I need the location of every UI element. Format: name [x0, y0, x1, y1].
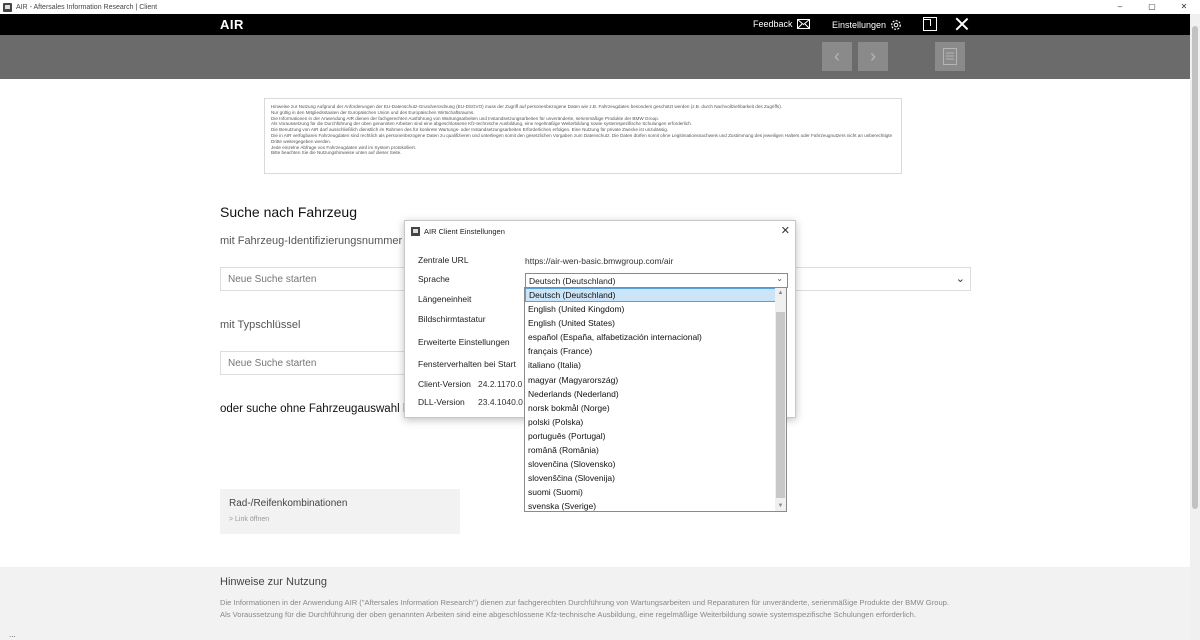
app-header: AIR Feedback Einstellungen	[0, 14, 1190, 35]
language-option[interactable]: slovenščina (Slovenija)	[525, 471, 776, 485]
restore-window-icon[interactable]	[922, 17, 937, 31]
language-option[interactable]: norsk bokmål (Norge)	[525, 401, 776, 415]
language-option[interactable]: Deutsch (Deutschland)	[525, 288, 776, 303]
tile-title: Rad-/Reifenkombinationen	[229, 498, 348, 509]
app-icon	[3, 2, 12, 12]
url-value: https://air-wen-basic.bmwgroup.com/air	[525, 256, 674, 266]
dll-version-label: DLL-Version	[418, 397, 465, 407]
no-vehicle-search-text: oder suche ohne Fahrzeugauswahl hie	[220, 403, 418, 415]
language-option[interactable]: română (România)	[525, 443, 776, 457]
page-scrollbar-thumb[interactable]	[1192, 26, 1198, 509]
document-button[interactable]	[935, 42, 965, 71]
dialog-app-icon	[411, 226, 420, 236]
language-option[interactable]: polski (Polska)	[525, 415, 776, 429]
language-option[interactable]: português (Portugal)	[525, 429, 776, 443]
navigation-toolbar: ‹ ›	[0, 35, 1190, 79]
language-option[interactable]: italiano (Italia)	[525, 358, 776, 372]
language-options: Deutsch (Deutschland) English (United Ki…	[525, 288, 776, 511]
feedback-button[interactable]: Feedback	[753, 19, 810, 29]
search-title: Suche nach Fahrzeug	[220, 204, 357, 220]
os-titlebar: AIR - Aftersales Information Research | …	[0, 0, 1200, 14]
wheel-tire-tile[interactable]: Rad-/Reifenkombinationen > Link öffnen	[220, 489, 460, 534]
no-vehicle-label: oder suche ohne Fahrzeugauswahl	[220, 403, 400, 415]
forward-button[interactable]: ›	[858, 42, 888, 71]
maximize-icon[interactable]: ▢	[1136, 0, 1168, 14]
type-key-search-input[interactable]	[220, 351, 410, 375]
window-controls: – ▢ ✕	[1104, 0, 1200, 14]
close-icon[interactable]: ✕	[781, 224, 790, 237]
length-unit-label: Längeneinheit	[418, 294, 472, 304]
scroll-up-icon[interactable]: ▲	[775, 288, 786, 298]
chevron-right-icon: ›	[870, 46, 876, 66]
scroll-down-icon[interactable]: ▼	[775, 501, 786, 511]
chevron-left-icon: ‹	[834, 46, 840, 66]
tile-link[interactable]: > Link öffnen	[229, 516, 269, 523]
language-option[interactable]: English (United States)	[525, 316, 776, 330]
language-option[interactable]: slovenčina (Slovensko)	[525, 457, 776, 471]
footer-text: Die Informationen in der Anwendung AIR (…	[220, 598, 950, 619]
language-option[interactable]: français (France)	[525, 344, 776, 358]
settings-label: Einstellungen	[832, 20, 887, 30]
page-scrollbar[interactable]	[1190, 14, 1200, 640]
client-version-label: Client-Version	[418, 379, 471, 389]
dialog-titlebar: AIR Client Einstellungen	[405, 221, 795, 241]
language-option[interactable]: magyar (Magyarország)	[525, 373, 776, 387]
footer-title: Hinweise zur Nutzung	[220, 576, 327, 588]
chevron-down-icon: ⌄	[776, 274, 783, 283]
notice-line: Die in AIR verfügbaren Fahrzeugdaten sin…	[271, 132, 893, 144]
dropdown-scrollbar[interactable]: ▲ ▼	[775, 288, 786, 511]
minimize-icon[interactable]: –	[1104, 0, 1136, 14]
language-option[interactable]: English (United Kingdom)	[525, 302, 776, 316]
language-option[interactable]: svenska (Sverige)	[525, 499, 776, 511]
vin-label: mit Fahrzeug-Identifizierungsnummer	[220, 235, 403, 247]
document-icon	[943, 48, 957, 65]
close-app-icon[interactable]	[954, 16, 970, 32]
envelope-icon	[796, 19, 810, 29]
back-button[interactable]: ‹	[822, 42, 852, 71]
language-selected-value: Deutsch (Deutschland)	[529, 276, 616, 286]
language-label: Sprache	[418, 274, 450, 284]
notice-line: Bitte beachten Sie die Nutzungshinweise …	[271, 150, 402, 156]
dll-version-value: 23.4.1040.0	[478, 397, 523, 407]
chevron-down-icon: ⌄	[955, 273, 965, 285]
settings-button[interactable]: Einstellungen	[832, 19, 902, 31]
dialog-title: AIR Client Einstellungen	[424, 226, 505, 236]
window-title: AIR - Aftersales Information Research | …	[16, 3, 158, 11]
footer-ellipsis: ...	[9, 630, 16, 639]
close-window-icon[interactable]: ✕	[1168, 0, 1200, 14]
language-option[interactable]: Nederlands (Nederland)	[525, 387, 776, 401]
gear-icon	[891, 20, 901, 30]
footer: Hinweise zur Nutzung Die Informationen i…	[0, 567, 1190, 640]
keyboard-label: Bildschirmtastatur	[418, 314, 486, 324]
language-select[interactable]: Deutsch (Deutschland) ⌄	[525, 273, 788, 288]
dropdown-scrollbar-thumb[interactable]	[776, 312, 785, 498]
advanced-settings-label: Erweiterte Einstellungen	[418, 337, 510, 347]
air-logo: AIR	[220, 17, 244, 32]
type-key-label: mit Typschlüssel	[220, 319, 301, 331]
privacy-notice: Hinweise zur Nutzung Aufgrund der Anford…	[264, 98, 902, 174]
vin-search-input[interactable]	[220, 267, 410, 291]
window-behavior-label: Fensterverhalten bei Start	[418, 359, 516, 369]
language-option[interactable]: español (España, alfabetización internac…	[525, 330, 776, 344]
feedback-label: Feedback	[753, 19, 793, 29]
client-version-value: 24.2.1170.0	[478, 379, 523, 389]
vin-select-dropdown[interactable]: ⌄	[786, 267, 971, 291]
language-option[interactable]: suomi (Suomi)	[525, 485, 776, 499]
language-dropdown-list[interactable]: Deutsch (Deutschland) English (United Ki…	[524, 287, 787, 512]
url-label: Zentrale URL	[418, 255, 469, 265]
